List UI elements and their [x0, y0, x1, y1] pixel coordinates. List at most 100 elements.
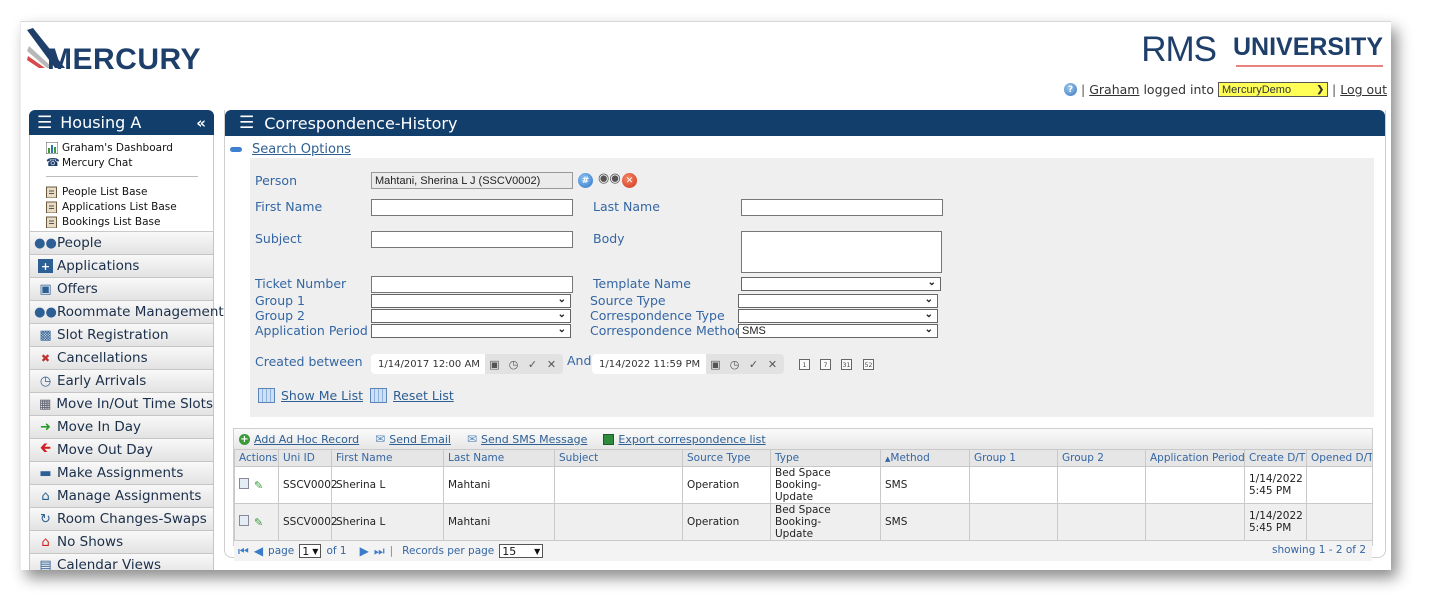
send-sms-button[interactable]: ✉ Send SMS Message [467, 432, 587, 446]
sidebar-item-manage-assignments[interactable]: ⌂ Manage Assignments [29, 485, 214, 508]
created-from-picker[interactable]: 1/14/2017 12:00 AM ▣ ◷ ✓ ✕ [371, 354, 563, 374]
hash-lookup-icon[interactable]: # [578, 173, 593, 188]
quick-date-7-days-icon[interactable]: 7 [820, 359, 831, 370]
sidebar-item-slot-registration[interactable]: ▩ Slot Registration [29, 324, 214, 347]
clear-person-icon[interactable]: ✕ [622, 173, 637, 188]
group2-select[interactable]: ⌄ [371, 309, 571, 323]
check-icon[interactable]: ✓ [744, 358, 763, 371]
database-select[interactable]: MercuryDemo ❯ [1218, 82, 1328, 97]
column-header[interactable]: Last Name [443, 449, 555, 467]
help-icon[interactable]: ? [1063, 83, 1077, 96]
group1-select[interactable]: ⌄ [371, 294, 571, 308]
column-header[interactable]: Type [770, 449, 881, 467]
previous-page-icon[interactable]: ◀ [254, 544, 263, 558]
sidebar-item-move-in-day[interactable]: ➜ Move In Day [29, 416, 214, 439]
sidebar-item-move-out-day[interactable]: 🡰 Move Out Day [29, 439, 214, 462]
column-header[interactable]: Group 1 [969, 449, 1058, 467]
last-name-label: Last Name [593, 199, 660, 214]
binoculars-icon[interactable]: ◉◉ [598, 171, 621, 186]
view-record-icon[interactable] [239, 515, 249, 526]
template-name-select[interactable]: ⌄ [741, 277, 941, 291]
created-to-picker[interactable]: 1/14/2022 11:59 PM ▣ ◷ ✓ ✕ [592, 354, 784, 374]
view-record-icon[interactable] [239, 478, 249, 489]
sidebar-item-cancellations[interactable]: ✖ Cancellations [29, 347, 214, 370]
quick-date-1-day-icon[interactable]: 1 [799, 359, 810, 370]
quick-date-31-days-icon[interactable]: 31 [841, 359, 852, 370]
reset-list-button[interactable]: Reset List [370, 388, 454, 403]
clock-icon[interactable]: ◷ [725, 358, 744, 371]
sidebar-item-offers[interactable]: ▣ Offers [29, 278, 214, 301]
sidebar-item-people[interactable]: ●● People [29, 232, 214, 255]
created-from-input[interactable]: 1/14/2017 12:00 AM [371, 354, 485, 374]
source-type-cell: Operation [682, 466, 771, 504]
opened-dt-cell [1306, 503, 1373, 541]
quick-link-dashboard[interactable]: Graham's Dashboard [45, 140, 213, 155]
column-header[interactable]: Opened D/T [1306, 449, 1373, 467]
records-per-page-select[interactable]: 15 ▼ [499, 544, 544, 558]
main-panel: ☰ Correspondence-History Search Options … [224, 110, 1386, 561]
add-ad-hoc-record-button[interactable]: + Add Ad Hoc Record [239, 433, 359, 446]
collapse-sidebar-icon[interactable]: « [196, 114, 206, 132]
sidebar-item-move-in-out-time-slots[interactable]: ▦ Move In/Out Time Slots [29, 393, 214, 416]
chevron-down-icon: ▼ [312, 546, 319, 556]
source-type-select[interactable]: ⌄ [738, 294, 938, 308]
send-email-button[interactable]: ✉ Send Email [375, 432, 451, 446]
column-header[interactable]: Source Type [682, 449, 771, 467]
sidebar-item-applications[interactable]: + Applications [29, 255, 214, 278]
search-options-link[interactable]: Search Options [252, 142, 351, 157]
menu-icon[interactable]: ☰ [239, 113, 254, 133]
list-base-bookings[interactable]: Bookings List Base [46, 214, 213, 229]
clear-icon[interactable]: ✕ [763, 358, 782, 371]
user-link[interactable]: Graham [1089, 82, 1139, 97]
ticket-number-input[interactable] [371, 276, 573, 293]
clock-icon[interactable]: ◷ [504, 358, 523, 371]
quick-date-52-weeks-icon[interactable]: 52 [863, 359, 874, 370]
check-icon[interactable]: ✓ [523, 358, 542, 371]
last-name-input[interactable] [741, 199, 943, 216]
sidebar-item-calendar-views[interactable]: ▤ Calendar Views [29, 554, 214, 570]
first-page-icon[interactable]: ⏮ [238, 544, 249, 559]
sidebar-item-roommate-management[interactable]: ●● Roommate Management [29, 301, 224, 324]
mercury-logo[interactable]: MERCURY [25, 26, 205, 76]
menu-icon[interactable]: ☰ [37, 113, 52, 133]
column-header[interactable]: Uni ID [278, 449, 332, 467]
list-base-applications[interactable]: Applications List Base [46, 199, 213, 214]
search-options-toggle[interactable]: Search Options [230, 142, 351, 157]
records-per-page-label: Records per page [402, 545, 495, 557]
main-header: ☰ Correspondence-History [225, 110, 1385, 136]
column-header[interactable]: Subject [554, 449, 683, 467]
column-header[interactable]: Application Period [1145, 449, 1245, 467]
first-name-input[interactable] [371, 199, 573, 216]
clear-icon[interactable]: ✕ [542, 358, 561, 371]
next-page-icon[interactable]: ▶ [360, 544, 369, 558]
show-me-list-button[interactable]: Show Me List [258, 388, 363, 403]
export-list-button[interactable]: Export correspondence list [603, 433, 766, 446]
sidebar-item-early-arrivals[interactable]: ◷ Early Arrivals [29, 370, 214, 393]
results-grid: + Add Ad Hoc Record ✉ Send Email ✉ Send … [233, 428, 1373, 561]
sidebar-item-no-shows[interactable]: ⌂ No Shows [29, 531, 214, 554]
column-header[interactable]: Create D/T [1244, 449, 1307, 467]
phone-icon: ☎ [46, 155, 60, 169]
column-header[interactable]: Group 2 [1057, 449, 1146, 467]
column-header-sorted[interactable]: ▲Method [880, 449, 970, 467]
sidebar-item-make-assignments[interactable]: ▬ Make Assignments [29, 462, 214, 485]
edit-record-icon[interactable]: ✎ [254, 479, 263, 492]
sms-icon: ✉ [466, 432, 478, 446]
page-select[interactable]: 1 ▼ [299, 544, 322, 558]
edit-record-icon[interactable]: ✎ [254, 516, 263, 529]
column-header[interactable]: First Name [331, 449, 444, 467]
correspondence-type-select[interactable]: ⌄ [738, 309, 938, 323]
logout-link[interactable]: Log out [1340, 82, 1387, 97]
body-textarea[interactable] [741, 231, 942, 273]
quick-link-chat[interactable]: ☎ Mercury Chat [46, 155, 213, 170]
calendar-icon[interactable]: ▣ [485, 358, 504, 371]
list-base-people[interactable]: People List Base [46, 184, 213, 199]
last-page-icon[interactable]: ⏭ [374, 544, 385, 559]
application-period-select[interactable]: ⌄ [371, 324, 571, 338]
subject-input[interactable] [371, 231, 573, 248]
collapse-icon[interactable] [230, 147, 242, 152]
created-to-input[interactable]: 1/14/2022 11:59 PM [592, 354, 706, 374]
calendar-icon[interactable]: ▣ [706, 358, 725, 371]
sidebar-item-room-changes-swaps[interactable]: ↻ Room Changes-Swaps [29, 508, 214, 531]
correspondence-method-select[interactable]: SMS ⌄ [738, 324, 938, 338]
